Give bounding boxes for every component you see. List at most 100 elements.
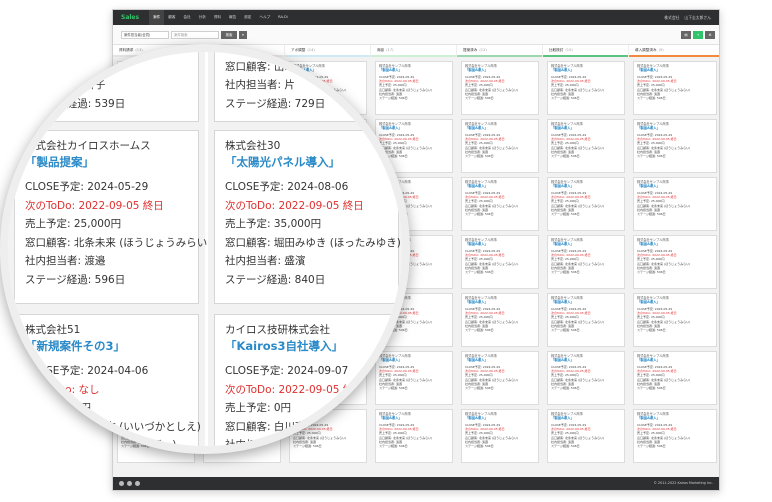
nav-companies[interactable]: 会社: [179, 10, 194, 25]
deal-card[interactable]: 株式会社サンプル商事「製品A導入」CLOSE予定: 2024-05-29次のTo…: [633, 409, 717, 463]
lens-column-1: カイロスラボ株式会社 (ますおかたつお) 社内担当者: 斉子 ステージ経過: 5…: [8, 52, 212, 446]
lens-deal-card[interactable]: 株式会社30 「太陽光パネル導入」 CLOSE予定: 2024-08-06 次の…: [214, 130, 401, 304]
filter-bar: 案件担当者(全員) 案件検索 検索 ▾ ▤ + ⚙: [113, 25, 719, 45]
lens-company: 株式会社カイロスホームス: [25, 140, 151, 152]
nav-radi[interactable]: RA.Di: [274, 10, 292, 25]
column-header[interactable]: 比較検討 (10): [543, 45, 629, 57]
lens-stage-days: ステージ経過: 596日: [25, 273, 126, 286]
search-button[interactable]: 検索: [221, 31, 237, 39]
column-header[interactable]: 導入調整済み (9): [629, 45, 719, 57]
deal-card[interactable]: 株式会社サンプル商事「製品A導入」CLOSE予定: 2024-05-29次のTo…: [461, 409, 539, 463]
lens-next-todo: 次のToDo: なし: [25, 383, 100, 396]
card-stage-days: ステージ経過: 596日: [465, 444, 494, 449]
card-stage-days: ステージ経過: 596日: [551, 444, 580, 449]
add-deal-icon[interactable]: +: [693, 31, 703, 39]
user-area: 株式会社 山下圭太郎さん: [664, 10, 711, 25]
deal-card[interactable]: 株式会社サンプル商事「製品A導入」CLOSE予定: 2024-05-29次のTo…: [547, 409, 625, 463]
copyright: © 2011-2022 Kairos Marketing Inc.: [653, 481, 713, 485]
lens-amount: 売上予定: 25,000円: [25, 218, 122, 230]
deal-card[interactable]: 株式会社サンプル商事「製品A導入」CLOSE予定: 2024-05-29次のTo…: [547, 119, 625, 173]
help-icon[interactable]: [119, 481, 124, 486]
lens-line: 窓口顧客: 山崎: [225, 60, 295, 73]
card-stage-days: ステージ経過: 596日: [551, 96, 580, 101]
lens-amount: 売上予定: 35,000円: [225, 218, 322, 230]
lens-deal-title[interactable]: 「製品提案」: [25, 154, 188, 170]
deal-card[interactable]: 株式会社サンプル商事「製品A導入」CLOSE予定: 2024-05-29次のTo…: [547, 293, 625, 347]
lens-deal-title[interactable]: 「新規案件その3」: [25, 338, 188, 354]
lens-card-top-1[interactable]: カイロスラボ株式会社 (ますおかたつお) 社内担当者: 斉子 ステージ経過: 5…: [14, 52, 199, 122]
card-stage-days: ステージ経過: 596日: [637, 444, 666, 449]
lens-deal-title[interactable]: 「Kairos3自社導入」: [225, 338, 388, 354]
filter-dropdown-icon[interactable]: ▾: [239, 31, 247, 39]
nav-help[interactable]: ヘルプ: [255, 10, 274, 25]
card-stage-days: ステージ経過: 596日: [637, 270, 666, 275]
view-toggle-icon[interactable]: ▤: [681, 31, 691, 39]
lens-line: ステージ経過: 729日: [225, 97, 326, 110]
lens-contact: 窓口顧客: 北条未来 (ほうじょうみらい): [25, 236, 212, 249]
lens-card-top-2[interactable]: 株式会社30 窓口顧客: 山崎 社内担当者: 片 ステージ経過: 729日: [214, 52, 399, 122]
card-stage-days: ステージ経過: 596日: [551, 212, 580, 217]
deal-card[interactable]: 株式会社サンプル商事「製品A導入」CLOSE予定: 2024-05-29次のTo…: [547, 235, 625, 289]
nav-materials[interactable]: 資料: [210, 10, 225, 25]
settings-icon[interactable]: ⚙: [705, 31, 715, 39]
column-header[interactable]: 提案済み (12): [457, 45, 543, 57]
chat-icon[interactable]: [127, 481, 132, 486]
lens-close-date: CLOSE予定: 2024-05-29: [25, 181, 149, 193]
top-navigation: Sales 案件 顧客 会社 分析 資料 報告 設定 ヘルプ RA.Di 株式会…: [113, 10, 719, 25]
lens-close-date: CLOSE予定: 2024-09-07: [225, 365, 349, 377]
column-label: 導入調整済み: [635, 48, 657, 52]
deal-card[interactable]: 株式会社サンプル商事「製品A導入」CLOSE予定: 2024-05-29次のTo…: [633, 351, 717, 405]
card-stage-days: ステージ経過: 596日: [465, 96, 494, 101]
lens-line: 社内担当者: 斉子: [25, 79, 106, 91]
card-stage-days: ステージ経過: 596日: [551, 154, 580, 159]
nav-analysis[interactable]: 分析: [195, 10, 210, 25]
lens-contact: 窓口顧客: 堀田みゆき (ほったみゆき): [225, 236, 401, 249]
card-stage-days: ステージ経過: 596日: [465, 212, 494, 217]
lens-deal-card[interactable]: 株式会社51 「新規案件その3」 CLOSE予定: 2024-04-06 次のT…: [14, 314, 201, 446]
nav-customers[interactable]: 顧客: [164, 10, 179, 25]
deal-card[interactable]: 株式会社サンプル商事「製品A導入」CLOSE予定: 2024-05-29次のTo…: [547, 61, 625, 115]
deal-card[interactable]: 株式会社サンプル商事「製品A導入」CLOSE予定: 2024-05-29次のTo…: [633, 235, 717, 289]
lens-company: カイロス技研株式会社: [225, 324, 330, 336]
card-stage-days: ステージ経過: 596日: [551, 328, 580, 333]
nav-settings[interactable]: 設定: [240, 10, 255, 25]
deal-card[interactable]: 株式会社サンプル商事「製品A導入」CLOSE予定: 2024-05-29次のTo…: [633, 61, 717, 115]
lens-next-todo: 次のToDo: 2022-09-05 終日: [225, 383, 364, 396]
deal-card[interactable]: 株式会社サンプル商事「製品A導入」CLOSE予定: 2024-05-29次のTo…: [461, 61, 539, 115]
column-count: (10): [565, 48, 573, 52]
deal-card[interactable]: 株式会社サンプル商事「製品A導入」CLOSE予定: 2024-05-29次のTo…: [547, 177, 625, 231]
lens-close-date: CLOSE予定: 2024-08-06: [225, 181, 349, 193]
nav-deals[interactable]: 案件: [149, 10, 165, 25]
app-logo[interactable]: Sales: [121, 14, 139, 21]
deal-card[interactable]: 株式会社サンプル商事「製品A導入」CLOSE予定: 2024-05-29次のTo…: [547, 351, 625, 405]
bottom-bar: © 2011-2022 Kairos Marketing Inc.: [113, 477, 719, 490]
deal-card[interactable]: 株式会社サンプル商事「製品A導入」CLOSE予定: 2024-05-29次のTo…: [461, 351, 539, 405]
search-input[interactable]: 案件検索: [171, 31, 219, 39]
deal-card[interactable]: 株式会社サンプル商事「製品A導入」CLOSE予定: 2024-05-29次のTo…: [461, 235, 539, 289]
user-menu[interactable]: 山下圭太郎さん: [684, 15, 711, 21]
deal-card[interactable]: 株式会社サンプル商事「製品A導入」CLOSE予定: 2024-05-29次のTo…: [633, 293, 717, 347]
lens-deal-title[interactable]: 「太陽光パネル導入」: [225, 154, 388, 170]
lens-deal-card[interactable]: カイロス技研株式会社 「Kairos3自社導入」 CLOSE予定: 2024-0…: [214, 314, 401, 446]
deal-card[interactable]: 株式会社サンプル商事「製品A導入」CLOSE予定: 2024-05-29次のTo…: [461, 119, 539, 173]
column-count: (12): [479, 48, 487, 52]
deal-card[interactable]: 株式会社サンプル商事「製品A導入」CLOSE予定: 2024-05-29次のTo…: [633, 119, 717, 173]
column-count: (9): [658, 48, 664, 52]
pipeline-column: 株式会社サンプル商事「製品A導入」CLOSE予定: 2024-05-29次のTo…: [457, 57, 543, 479]
info-icon[interactable]: [135, 481, 140, 486]
company-name: 株式会社: [664, 14, 680, 20]
deal-card[interactable]: 株式会社サンプル商事「製品A導入」CLOSE予定: 2024-05-29次のTo…: [461, 293, 539, 347]
lens-deal-card[interactable]: 株式会社カイロスホームス 「製品提案」 CLOSE予定: 2024-05-29 …: [14, 130, 212, 304]
nav-reports[interactable]: 報告: [225, 10, 240, 25]
lens-company: 株式会社30: [225, 140, 281, 152]
lens-line: 社内担当者: 片: [225, 79, 295, 91]
pipeline-column: 株式会社サンプル商事「製品A導入」CLOSE予定: 2024-05-29次のTo…: [543, 57, 629, 479]
lens-line: ステージ経過: 539日: [25, 97, 126, 110]
card-stage-days: ステージ経過: 596日: [465, 154, 494, 159]
deal-card[interactable]: 株式会社サンプル商事「製品A導入」CLOSE予定: 2024-05-29次のTo…: [461, 177, 539, 231]
pipeline-column: 株式会社サンプル商事「製品A導入」CLOSE予定: 2024-05-29次のTo…: [629, 57, 719, 479]
card-stage-days: ステージ経過: 596日: [637, 328, 666, 333]
deal-card[interactable]: 株式会社サンプル商事「製品A導入」CLOSE予定: 2024-05-29次のTo…: [633, 177, 717, 231]
owner-select[interactable]: 案件担当者(全員): [121, 31, 169, 39]
card-stage-days: ステージ経過: 596日: [637, 154, 666, 159]
